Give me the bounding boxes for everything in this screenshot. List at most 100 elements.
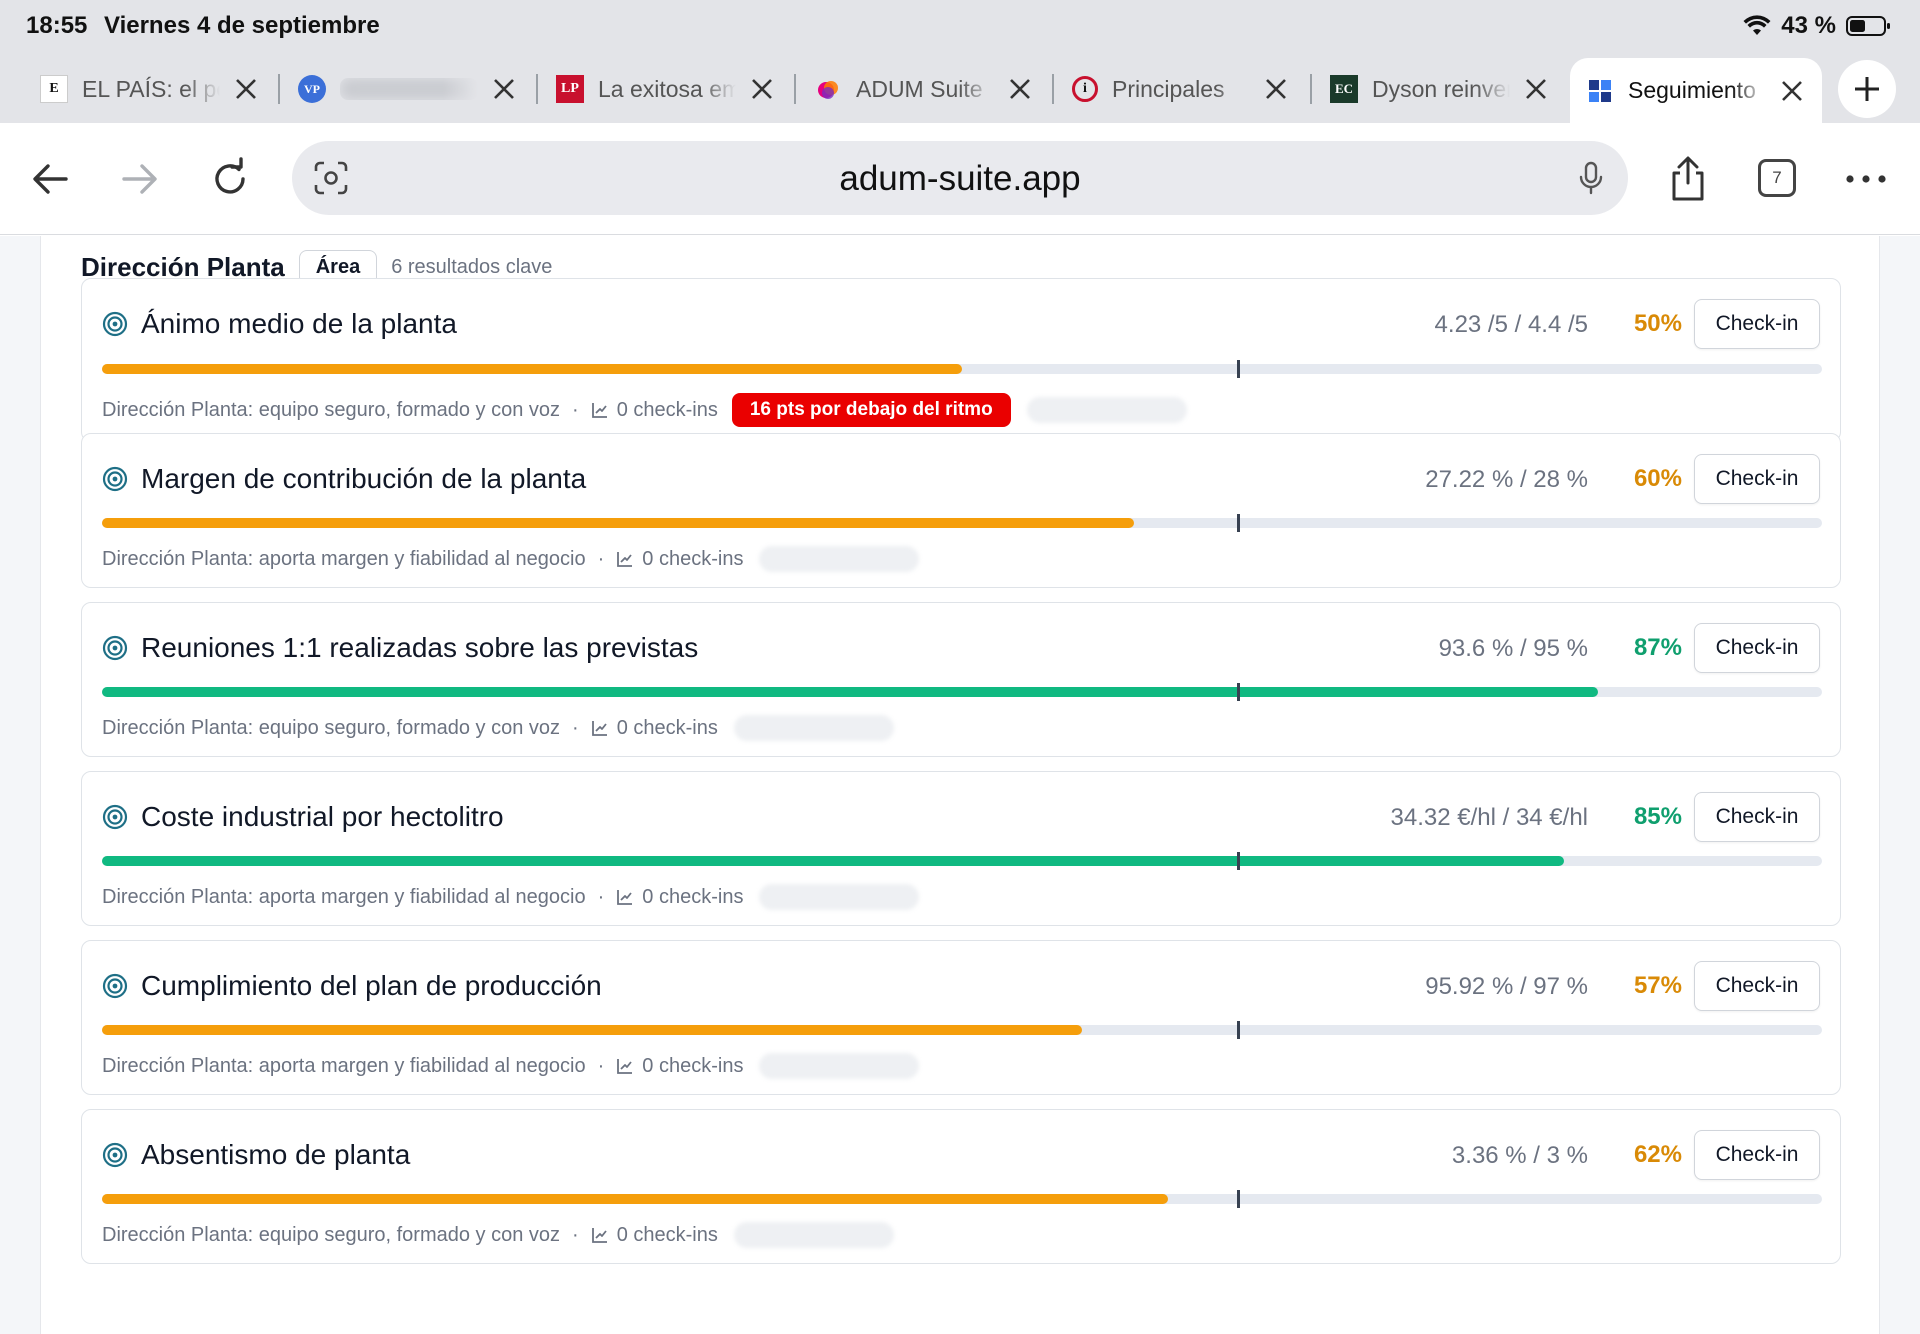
close-icon[interactable] [1006, 75, 1034, 103]
objective-text: Dirección Planta: aporta margen y fiabil… [102, 547, 586, 570]
arrow-right-icon [122, 164, 157, 194]
tab-separator [794, 74, 796, 104]
tab-seguimiento[interactable]: Seguimiento [1570, 58, 1822, 123]
chart-line-icon [591, 721, 607, 736]
progress-fill [102, 687, 1598, 697]
key-result-values: 27.22 % / 28 % [1425, 466, 1588, 493]
tab-switcher-button[interactable]: 7 [1758, 159, 1796, 197]
back-button[interactable] [20, 149, 80, 209]
tab-lp[interactable]: LP La exitosa empresa [540, 58, 792, 120]
meta-separator: · [572, 398, 579, 421]
reload-button[interactable] [200, 149, 260, 209]
key-result-card[interactable]: Reuniones 1:1 realizadas sobre las previ… [81, 602, 1841, 757]
chart-line-icon [591, 403, 607, 418]
new-tab-button[interactable] [1838, 60, 1896, 118]
target-icon [102, 1142, 128, 1168]
tab-separator [1052, 74, 1054, 104]
group-count: 6 resultados clave [391, 256, 553, 278]
owner-chip-blurred [733, 715, 894, 741]
target-icon [102, 804, 128, 830]
key-result-title[interactable]: Ánimo medio de la planta [141, 308, 457, 340]
owner-chip-blurred [733, 1222, 894, 1248]
tab-el-pais[interactable]: E EL PAÍS: el periódico [24, 58, 276, 120]
key-result-title[interactable]: Reuniones 1:1 realizadas sobre las previ… [141, 632, 698, 664]
close-icon[interactable] [1778, 77, 1806, 105]
key-result-card[interactable]: Absentismo de planta 3.36 % / 3 % 62% Ch… [81, 1109, 1841, 1264]
key-result-title[interactable]: Coste industrial por hectolitro [141, 801, 504, 833]
close-icon[interactable] [1262, 75, 1290, 103]
tab-principales[interactable]: i Principales [1056, 58, 1306, 120]
key-result-card[interactable]: Margen de contribución de la planta 27.2… [81, 433, 1841, 588]
check-ins-count: 0 check-ins [616, 716, 718, 739]
forward-button[interactable] [110, 149, 170, 209]
check-in-button[interactable]: Check-in [1694, 792, 1820, 842]
microphone-icon[interactable] [1572, 159, 1610, 197]
tab-title: ADUM Suite [856, 75, 983, 102]
key-result-values: 4.23 /5 / 4.4 /5 [1434, 311, 1588, 338]
tab-adum-suite[interactable]: ADUM Suite [798, 58, 1050, 120]
key-result-percent: 57% [1633, 972, 1682, 999]
pace-marker [1237, 514, 1240, 532]
key-result-percent: 50% [1633, 310, 1682, 337]
chart-line-icon [617, 890, 633, 905]
key-result-meta: Dirección Planta: aporta margen y fiabil… [102, 546, 920, 572]
more-menu-button[interactable] [1836, 149, 1896, 209]
check-in-button[interactable]: Check-in [1694, 961, 1820, 1011]
tab-separator [536, 74, 538, 104]
tab-strip: E EL PAÍS: el periódico VP LP La exitosa… [0, 54, 1920, 123]
progress-track [102, 1021, 1822, 1039]
progress-track [102, 852, 1822, 870]
check-in-button[interactable]: Check-in [1694, 623, 1820, 673]
progress-fill [102, 856, 1564, 866]
tab-dyson[interactable]: EC Dyson reinventa [1314, 58, 1566, 120]
key-result-card[interactable]: Coste industrial por hectolitro 34.32 €/… [81, 771, 1841, 926]
check-in-button[interactable]: Check-in [1694, 1130, 1820, 1180]
owner-chip-blurred [759, 546, 920, 572]
tab-vp[interactable]: VP [282, 58, 534, 120]
progress-track [102, 683, 1822, 701]
key-result-values: 93.6 % / 95 % [1438, 635, 1588, 662]
key-result-card[interactable]: Cumplimiento del plan de producción 95.9… [81, 940, 1841, 1095]
check-in-button[interactable]: Check-in [1694, 299, 1820, 349]
share-button[interactable] [1658, 149, 1718, 209]
progress-fill [102, 518, 1134, 528]
close-icon[interactable] [232, 75, 260, 103]
url-text: adum-suite.app [839, 159, 1081, 198]
target-icon [102, 973, 128, 999]
tab-title: EL PAÍS: el periódico [82, 75, 220, 102]
browser-chrome: 18:55 Viernes 4 de septiembre 43 % E EL … [0, 0, 1920, 123]
progress-track [102, 1190, 1822, 1208]
pace-marker [1237, 1021, 1240, 1039]
chart-line-icon [617, 552, 633, 567]
tab-title: Principales [1112, 75, 1225, 102]
objective-text: Dirección Planta: aporta margen y fiabil… [102, 1054, 586, 1077]
address-bar[interactable]: adum-suite.app [292, 141, 1628, 215]
close-icon[interactable] [1522, 75, 1550, 103]
key-result-meta: Dirección Planta: equipo seguro, formado… [102, 715, 894, 741]
progress-fill [102, 364, 962, 374]
key-result-title[interactable]: Cumplimiento del plan de producción [141, 970, 602, 1002]
check-ins-count: 0 check-ins [642, 547, 744, 570]
plus-icon [1855, 77, 1879, 101]
close-icon[interactable] [490, 75, 518, 103]
meta-separator: · [572, 716, 579, 739]
close-icon[interactable] [748, 75, 776, 103]
check-ins-count: 0 check-ins [642, 1054, 744, 1077]
key-result-percent: 87% [1633, 634, 1682, 661]
more-dots-icon [1846, 175, 1886, 183]
progress-track [102, 514, 1822, 532]
key-result-title[interactable]: Absentismo de planta [141, 1139, 410, 1171]
tab-separator [1310, 74, 1312, 104]
info-favicon-icon: i [1072, 76, 1098, 102]
key-result-title[interactable]: Margen de contribución de la planta [141, 463, 586, 495]
check-in-button[interactable]: Check-in [1694, 454, 1820, 504]
tab-title: Seguimiento [1628, 77, 1756, 103]
key-result-values: 3.36 % / 3 % [1451, 1142, 1588, 1169]
vp-favicon-icon: VP [298, 75, 326, 103]
key-result-values: 34.32 €/hl / 34 €/hl [1390, 804, 1588, 831]
check-ins-count: 0 check-ins [616, 398, 718, 421]
page-content: Dirección Planta Área 6 resultados clave… [0, 236, 1920, 1334]
meta-separator: · [597, 885, 605, 908]
key-result-card[interactable]: Ánimo medio de la planta 4.23 /5 / 4.4 /… [81, 278, 1841, 442]
lp-favicon-icon: LP [556, 75, 584, 103]
